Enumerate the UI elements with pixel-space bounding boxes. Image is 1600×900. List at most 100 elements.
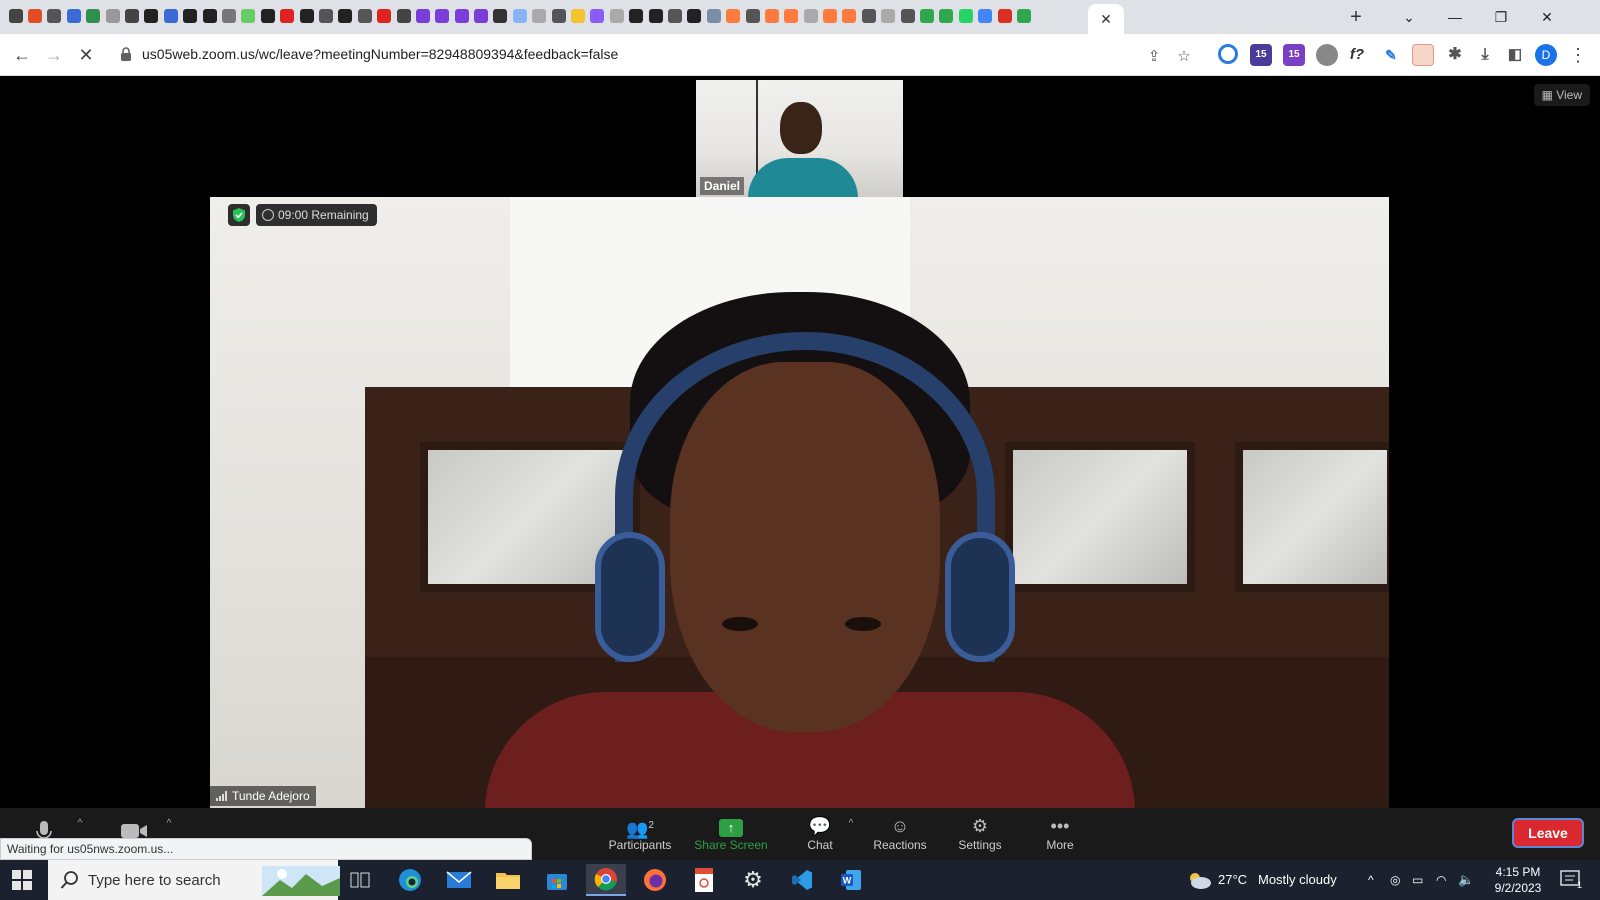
microsoft-store-icon[interactable] — [537, 864, 577, 896]
document-viewer-icon[interactable] — [684, 864, 724, 896]
pinned-tab-favicon-icon[interactable] — [549, 7, 568, 25]
extension-note-icon[interactable] — [1412, 44, 1434, 66]
audio-options-chevron-icon[interactable]: ^ — [74, 818, 86, 830]
side-panel-icon[interactable]: ◧ — [1504, 44, 1526, 66]
pinned-tab-favicon-icon[interactable] — [976, 7, 995, 25]
pinned-tab-favicon-icon[interactable] — [646, 7, 665, 25]
pinned-tab-favicon-icon[interactable] — [568, 7, 587, 25]
share-page-icon[interactable]: ⇪ — [1144, 47, 1164, 67]
weather-description[interactable]: Mostly cloudy — [1258, 860, 1337, 900]
pinned-tab-favicon-icon[interactable] — [84, 7, 103, 25]
chat-options-chevron-icon[interactable]: ^ — [845, 818, 857, 830]
url-text[interactable]: us05web.zoom.us/wc/leave?meetingNumber=8… — [142, 46, 618, 62]
mail-icon[interactable] — [439, 864, 479, 896]
pinned-tab-favicon-icon[interactable] — [491, 7, 510, 25]
pinned-tab-favicon-icon[interactable] — [937, 7, 956, 25]
extension-globe-icon[interactable] — [1316, 44, 1338, 66]
video-options-chevron-icon[interactable]: ^ — [163, 818, 175, 830]
extension-fx-icon[interactable]: f? — [1346, 44, 1368, 66]
pinned-tab-favicon-icon[interactable] — [879, 7, 898, 25]
taskbar-clock[interactable]: 4:15 PM 9/2/2023 — [1483, 864, 1553, 896]
leave-button[interactable]: Leave — [1512, 818, 1584, 848]
pinned-tab-favicon-icon[interactable] — [762, 7, 781, 25]
active-tab[interactable]: ✕ — [1088, 4, 1124, 34]
weather-temperature[interactable]: 27°C — [1218, 860, 1247, 900]
pinned-tab-favicon-icon[interactable] — [122, 7, 141, 25]
extensions-puzzle-icon[interactable]: ✱ — [1444, 44, 1466, 66]
extension-circle-icon[interactable] — [1218, 44, 1238, 64]
pinned-tab-favicon-icon[interactable] — [103, 7, 122, 25]
edge-browser-icon[interactable] — [390, 864, 430, 896]
pinned-tab-favicon-icon[interactable] — [530, 7, 549, 25]
wifi-icon[interactable]: ◠ — [1436, 860, 1446, 900]
pinned-tab-favicon-icon[interactable] — [200, 7, 219, 25]
pinned-tab-favicon-icon[interactable] — [898, 7, 917, 25]
pinned-tab-favicon-icon[interactable] — [859, 7, 878, 25]
pinned-tab-favicon-icon[interactable] — [723, 7, 742, 25]
minimize-button[interactable]: — — [1432, 4, 1478, 30]
profile-avatar[interactable]: D — [1535, 44, 1557, 66]
participant-thumbnail[interactable]: Daniel — [696, 80, 903, 197]
pinned-tab-favicon-icon[interactable] — [6, 7, 25, 25]
pinned-tab-favicon-icon[interactable] — [239, 7, 258, 25]
pinned-tab-favicon-icon[interactable] — [316, 7, 335, 25]
download-icon[interactable]: ⤓ — [1474, 44, 1496, 66]
pinned-tab-favicon-icon[interactable] — [995, 7, 1014, 25]
pinned-tab-favicon-icon[interactable] — [258, 7, 277, 25]
pinned-tab-favicon-icon[interactable] — [956, 7, 975, 25]
pinned-tab-favicon-icon[interactable] — [801, 7, 820, 25]
bookmark-star-icon[interactable]: ☆ — [1174, 47, 1194, 67]
pinned-tab-favicon-icon[interactable] — [355, 7, 374, 25]
webcam-icon[interactable]: ◎ — [1390, 860, 1400, 900]
pinned-tab-favicon-icon[interactable] — [782, 7, 801, 25]
volume-icon[interactable]: 🔈 — [1458, 860, 1474, 900]
settings-button[interactable]: ⚙ Settings — [942, 814, 1018, 858]
word-icon[interactable]: W — [831, 864, 871, 896]
pinned-tab-favicon-icon[interactable] — [510, 7, 529, 25]
more-button[interactable]: ••• More — [1022, 814, 1098, 858]
pinned-tab-favicon-icon[interactable] — [433, 7, 452, 25]
pinned-tab-favicon-icon[interactable] — [394, 7, 413, 25]
extension-s-icon[interactable]: 15 — [1283, 44, 1305, 66]
task-view-icon[interactable] — [340, 864, 380, 896]
pinned-tab-favicon-icon[interactable] — [917, 7, 936, 25]
pinned-tab-favicon-icon[interactable] — [743, 7, 762, 25]
pinned-tab-favicon-icon[interactable] — [297, 7, 316, 25]
address-bar[interactable]: us05web.zoom.us/wc/leave?meetingNumber=8… — [108, 39, 1191, 71]
close-tab-icon[interactable]: ✕ — [1100, 11, 1112, 28]
extension-graduation-icon[interactable]: 15 — [1250, 44, 1272, 66]
new-tab-button[interactable]: + — [1344, 6, 1368, 28]
chrome-icon[interactable] — [586, 864, 626, 896]
back-button[interactable]: ← — [10, 43, 34, 67]
pinned-tab-favicon-icon[interactable] — [840, 7, 859, 25]
file-explorer-icon[interactable] — [488, 864, 528, 896]
pinned-tab-favicon-icon[interactable] — [413, 7, 432, 25]
chrome-menu-icon[interactable]: ⋮ — [1568, 44, 1588, 66]
stop-loading-button[interactable]: ✕ — [74, 43, 98, 67]
cloudy-weather-icon[interactable] — [1186, 870, 1212, 890]
pinned-tab-favicon-icon[interactable] — [64, 7, 83, 25]
pinned-tab-favicon-icon[interactable] — [471, 7, 490, 25]
encryption-shield-icon[interactable] — [228, 204, 250, 226]
battery-icon[interactable]: ▭ — [1412, 860, 1423, 900]
forward-button[interactable]: → — [42, 43, 66, 67]
pinned-tab-favicon-icon[interactable] — [1014, 7, 1033, 25]
tab-search-icon[interactable]: ⌄ — [1386, 4, 1432, 30]
pinned-tab-favicon-icon[interactable] — [607, 7, 626, 25]
pinned-tab-favicon-icon[interactable] — [704, 7, 723, 25]
view-button[interactable]: ▦ View — [1533, 84, 1590, 106]
pinned-tab-favicon-icon[interactable] — [374, 7, 393, 25]
pinned-tab-favicon-icon[interactable] — [219, 7, 238, 25]
settings-app-icon[interactable]: ⚙ — [733, 864, 773, 896]
restore-button[interactable]: ❐ — [1478, 4, 1524, 30]
pinned-tab-favicon-icon[interactable] — [452, 7, 471, 25]
pinned-tab-favicon-icon[interactable] — [820, 7, 839, 25]
pinned-tab-favicon-icon[interactable] — [685, 7, 704, 25]
participants-button[interactable]: 👥2 Participants — [602, 814, 678, 858]
windows-start-icon[interactable] — [12, 870, 32, 890]
firefox-icon[interactable] — [635, 864, 675, 896]
pinned-tab-favicon-icon[interactable] — [161, 7, 180, 25]
share-screen-button[interactable]: ↑ Share Screen — [693, 814, 769, 858]
close-window-button[interactable]: ✕ — [1524, 4, 1570, 30]
vscode-icon[interactable] — [782, 864, 822, 896]
